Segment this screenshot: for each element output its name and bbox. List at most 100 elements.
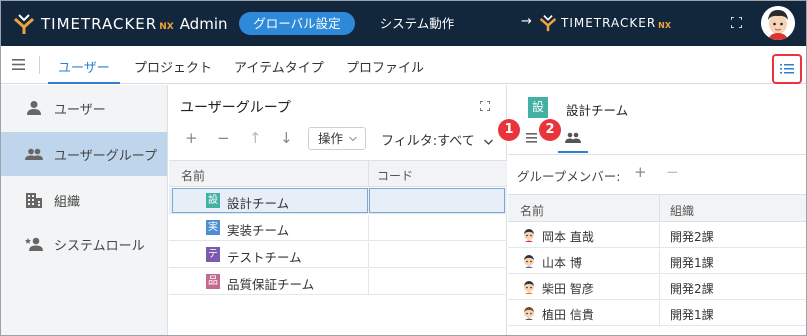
sidebar: ユーザー ユーザーグループ 組織 システムロール	[1, 85, 168, 335]
member-avatar-icon	[524, 281, 534, 294]
table-row[interactable]: 設 設計チーム	[169, 188, 507, 214]
table-row[interactable]: 実 実装チーム	[169, 215, 507, 241]
add-member-button[interactable]: +	[634, 163, 647, 181]
filter-dropdown[interactable]: フィルタ:すべて	[381, 130, 493, 149]
table-header: 名前 コード	[169, 160, 507, 187]
group-name: テストチーム	[227, 250, 302, 265]
role-icon	[25, 237, 43, 251]
app-logo[interactable]: TIMETRACKER NX Admin	[13, 12, 228, 36]
member-name: 植田 信貴	[542, 308, 594, 322]
member-row[interactable]: 柴田 智彦 開発2課	[508, 275, 806, 300]
sidebar-item-label: ユーザーグループ	[54, 148, 157, 164]
member-name: 柴田 智彦	[542, 282, 594, 296]
logo2-nx: NX	[658, 21, 672, 30]
main-nav: ユーザー プロジェクト アイテムタイプ プロファイル	[1, 46, 806, 84]
operation-label: 操作	[318, 131, 344, 146]
member-avatar-icon	[524, 255, 534, 268]
callout-badge-1: 1	[498, 119, 520, 141]
tab-item-types[interactable]: アイテムタイプ	[234, 57, 324, 84]
cell-divider	[659, 223, 660, 247]
logo-mark-icon	[539, 15, 557, 32]
sidebar-item-users[interactable]: ユーザー	[1, 86, 167, 130]
logo-mark-icon	[14, 14, 34, 34]
member-organization: 開発1課	[670, 256, 714, 270]
member-organization: 開発2課	[670, 282, 714, 296]
cell-divider	[368, 242, 369, 267]
group-name: 実装チーム	[227, 223, 290, 238]
column-divider[interactable]	[368, 161, 369, 186]
sidebar-item-label: 組織	[54, 194, 81, 210]
list-view-button[interactable]	[772, 54, 802, 84]
group-badge-icon: テ	[206, 247, 220, 262]
members-group-icon[interactable]	[565, 131, 581, 145]
cell-divider	[659, 301, 660, 325]
add-button[interactable]: +	[185, 129, 198, 147]
move-up-button[interactable]: ↑	[249, 129, 262, 147]
sidebar-item-system-roles[interactable]: システムロール	[1, 222, 167, 266]
timetracker-link[interactable]: TIMETRACKER NX	[539, 14, 671, 32]
table-row[interactable]: 品 品質保証チーム	[169, 269, 507, 295]
group-badge-icon: 品	[206, 274, 220, 289]
chevron-down-icon	[349, 136, 357, 142]
building-icon	[26, 193, 42, 208]
selected-cell-outline	[369, 188, 505, 213]
sidebar-item-label: システムロール	[54, 238, 145, 254]
hamburger-menu-icon[interactable]	[12, 59, 25, 70]
expand-icon[interactable]	[480, 101, 490, 111]
arrow-icon[interactable]: →	[521, 14, 532, 29]
column-header-name[interactable]: 名前	[520, 202, 544, 219]
list-icon	[780, 64, 794, 74]
column-divider[interactable]	[659, 195, 660, 221]
tab-global-settings[interactable]: グローバル設定	[239, 12, 355, 35]
group-badge-icon: 設	[206, 193, 220, 208]
user-avatar[interactable]	[761, 6, 795, 40]
group-icon	[25, 148, 43, 160]
nav-divider	[39, 56, 40, 74]
sidebar-item-organization[interactable]: 組織	[1, 178, 167, 222]
member-row[interactable]: 山本 博 開発1課	[508, 249, 806, 274]
app-window: TIMETRACKER NX Admin グローバル設定 システム動作 → TI…	[0, 0, 807, 336]
tab-system-behavior[interactable]: システム動作	[367, 12, 467, 35]
column-header-organization[interactable]: 組織	[670, 202, 694, 219]
member-avatar-icon	[524, 229, 534, 242]
member-row[interactable]: 植田 信貴 開発1課	[508, 301, 806, 326]
move-down-button[interactable]: ↓	[280, 129, 293, 147]
members-table-header: 名前 組織	[508, 194, 806, 222]
member-name: 山本 博	[542, 256, 582, 270]
group-badge-icon: 実	[206, 220, 220, 235]
top-header: TIMETRACKER NX Admin グローバル設定 システム動作 → TI…	[1, 1, 806, 46]
remove-button[interactable]: −	[217, 129, 230, 147]
member-row[interactable]: 岡本 直哉 開発2課	[508, 223, 806, 248]
detail-title: 設計チーム	[566, 103, 629, 118]
column-header-code[interactable]: コード	[377, 167, 413, 184]
filter-label: フィルタ:すべて	[381, 134, 475, 149]
cell-divider	[659, 275, 660, 299]
sidebar-item-label: ユーザー	[54, 102, 106, 118]
group-name: 設計チーム	[227, 196, 290, 211]
logo2-text: TIMETRACKER	[561, 16, 657, 30]
person-icon	[27, 101, 41, 115]
table-row[interactable]: テ テストチーム	[169, 242, 507, 268]
callout-badge-2: 2	[539, 119, 561, 141]
active-tab-indicator	[558, 151, 588, 153]
cell-divider	[368, 215, 369, 240]
column-header-name[interactable]: 名前	[181, 167, 205, 184]
tab-projects[interactable]: プロジェクト	[134, 57, 212, 84]
logo-text: TIMETRACKER	[41, 15, 158, 33]
remove-member-button[interactable]: −	[666, 163, 679, 181]
logo-admin-label: Admin	[179, 15, 228, 33]
group-name: 品質保証チーム	[227, 277, 315, 292]
divider	[508, 154, 806, 155]
member-organization: 開発2課	[670, 230, 714, 244]
user-group-panel: ユーザーグループ + − ↑ ↓ 操作 フィルタ:すべて 名前 コード 設 設計…	[169, 85, 507, 335]
logo-nx: NX	[159, 22, 174, 32]
member-avatar-icon	[524, 307, 534, 320]
sidebar-item-user-groups[interactable]: ユーザーグループ	[1, 132, 167, 176]
cell-divider	[659, 249, 660, 273]
member-name: 岡本 直哉	[542, 230, 594, 244]
tab-profiles[interactable]: プロファイル	[346, 57, 424, 84]
operation-dropdown[interactable]: 操作	[308, 127, 366, 150]
fullscreen-icon[interactable]	[731, 17, 742, 28]
tab-users[interactable]: ユーザー	[48, 57, 120, 84]
panel-title: ユーザーグループ	[180, 100, 291, 116]
